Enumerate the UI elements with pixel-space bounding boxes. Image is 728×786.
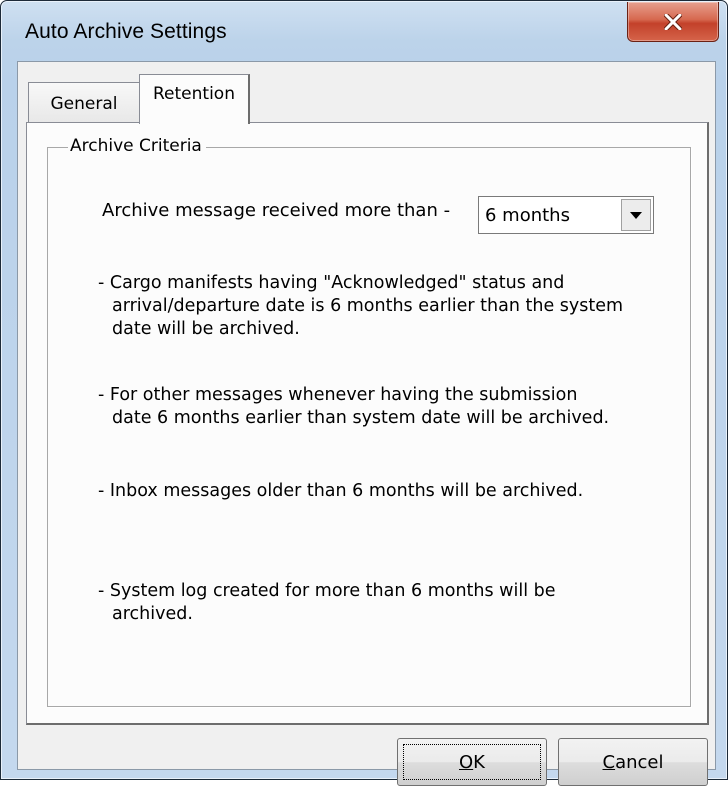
archive-period-select[interactable]: 6 months <box>478 196 654 234</box>
ok-mnemonic: O <box>459 751 474 773</box>
ok-button[interactable]: OK <box>397 738 547 786</box>
cancel-mnemonic: C <box>602 751 616 773</box>
dialog-window: Auto Archive Settings General Retention … <box>0 0 728 786</box>
title-bar[interactable]: Auto Archive Settings <box>1 1 727 61</box>
retention-tab-panel: Archive Criteria Archive message receive… <box>26 122 709 725</box>
dropdown-arrow-icon <box>630 211 642 219</box>
tab-general[interactable]: General <box>28 82 140 122</box>
note-other-messages: - For other messages whenever having the… <box>98 385 610 428</box>
cancel-button[interactable]: Cancel <box>558 738 708 786</box>
archive-period-label: Archive message received more than - <box>102 200 451 221</box>
tab-general-label: General <box>50 93 118 114</box>
archive-criteria-legend: Archive Criteria <box>68 136 206 156</box>
cancel-label-rest: ancel <box>615 751 664 773</box>
close-x-icon <box>664 13 682 30</box>
dropdown-arrow-button[interactable] <box>621 199 651 231</box>
dialog-client-area: General Retention Archive Criteria Archi… <box>17 61 716 786</box>
note-cargo-manifests: - Cargo manifests having "Acknowledged" … <box>98 273 624 339</box>
tab-retention[interactable]: Retention <box>139 74 250 124</box>
close-button[interactable] <box>627 2 719 42</box>
archive-criteria-group: Archive Criteria Archive message receive… <box>47 136 691 707</box>
window-title: Auto Archive Settings <box>25 20 227 43</box>
ok-label-rest: K <box>473 751 485 773</box>
archive-period-value: 6 months <box>485 205 570 226</box>
note-inbox-messages: - Inbox messages older than 6 months wil… <box>98 481 584 501</box>
note-system-log: - System log created for more than 6 mon… <box>98 581 556 624</box>
tab-retention-label: Retention <box>153 83 235 104</box>
